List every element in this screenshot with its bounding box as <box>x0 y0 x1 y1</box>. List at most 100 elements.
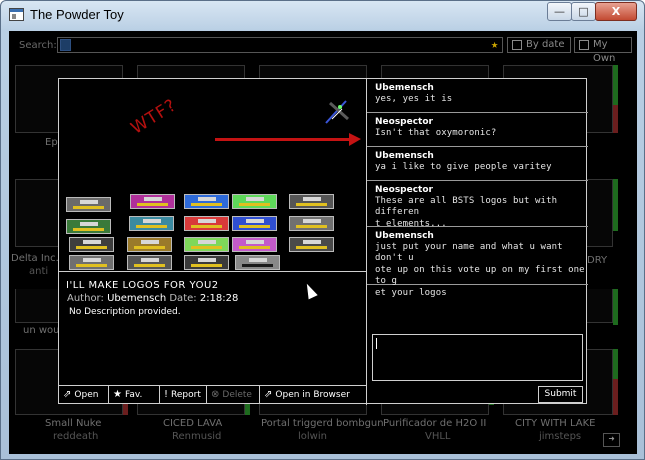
save-title[interactable]: un wou <box>23 325 60 336</box>
comment-text: et your logos <box>375 288 447 298</box>
search-label: Search: <box>19 40 57 51</box>
logo-sample <box>184 216 229 231</box>
save-title[interactable]: Purificador de H2O II <box>383 418 486 429</box>
logo-sample <box>232 237 277 252</box>
logo-sample <box>235 255 280 270</box>
comment-author[interactable]: Neospector <box>375 185 588 195</box>
save-info: I'LL MAKE LOGOS FOR YOU2 Author: Ubemens… <box>59 273 366 385</box>
save-preview-dialog: WTF? I'LL MAKE LOGOS FOR YOU2 Author: Ub… <box>58 78 588 405</box>
save-title[interactable]: DRY <box>587 255 607 266</box>
vote-up-bar <box>613 179 618 231</box>
vote-up-bar <box>613 349 618 379</box>
save-description: No Description provided. <box>69 307 181 317</box>
logo-sample <box>232 216 277 231</box>
logo-sample <box>289 237 334 252</box>
comment: Ubemensch yes, yes it is <box>367 79 588 113</box>
comment: Ubemensch just put your name and what u … <box>367 227 588 298</box>
report-label: Report <box>171 390 201 400</box>
external-link-icon: ⇗ <box>264 389 273 400</box>
logo-sample <box>289 216 334 231</box>
app-window: The Powder Toy — □ X Search: ★ By date M… <box>0 0 645 460</box>
comment: Neospector Isn't that oxymoronic? <box>367 113 588 147</box>
save-title[interactable]: Small Nuke <box>45 418 101 429</box>
comment-text: ya i like to give people varitey <box>375 162 552 172</box>
comment-author[interactable]: Ubemensch <box>375 151 588 161</box>
game-client: Search: ★ By date My Own Ep DRY Delta In… <box>9 31 637 454</box>
author-label: Author: <box>67 293 104 304</box>
comment-text: These are all BSTS logos but with differ… <box>375 196 558 217</box>
save-author[interactable]: jimsteps <box>539 431 581 442</box>
star-icon: ★ <box>113 389 122 400</box>
logo-sample <box>66 197 111 212</box>
delete-icon: ⊗ <box>211 389 220 400</box>
comments-list[interactable]: Ubemensch yes, yes it is Neospector Isn'… <box>366 79 588 319</box>
my-own-label: My Own <box>593 39 616 64</box>
logo-sample <box>184 237 229 252</box>
save-author[interactable]: reddeath <box>53 431 98 442</box>
action-bar: ⇗ Open ★ Fav. ! Report ⊗ Delete ⇗ Open in Bro… <box>59 385 366 404</box>
save-author[interactable]: lolwin <box>298 431 327 442</box>
vote-down-bar <box>613 379 618 415</box>
my-own-button[interactable]: My Own <box>574 37 632 64</box>
logo-sample <box>129 216 174 231</box>
author-row: Author: Ubemensch Date: 2:18:28 <box>67 293 238 304</box>
comment: Neospector These are all BSTS logos but … <box>367 181 588 229</box>
save-title: I'LL MAKE LOGOS FOR YOU2 <box>66 280 219 291</box>
comment-author[interactable]: Neospector <box>375 117 588 127</box>
save-title[interactable]: CICED LAVA <box>163 418 222 429</box>
user-icon <box>579 40 589 50</box>
comment-text: Isn't that oxymoronic? <box>375 128 497 138</box>
logo-sample <box>66 219 111 234</box>
save-author[interactable]: Renmusid <box>172 431 221 442</box>
red-arrow-line <box>215 138 352 141</box>
logo-sample <box>289 194 334 209</box>
logo-sample <box>184 255 229 270</box>
text-caret <box>376 338 377 349</box>
save-preview-image: WTF? <box>59 79 366 272</box>
title-bar[interactable]: The Powder Toy — □ X <box>1 1 644 30</box>
vote-up-bar <box>613 65 618 105</box>
arrow-right-icon: ➜ <box>608 434 615 445</box>
logo-sample <box>69 237 114 252</box>
comment-text: ote up on this vote up on my first one t… <box>375 265 585 286</box>
save-title[interactable]: Portal triggerd bombgun <box>261 418 384 429</box>
save-author[interactable]: anti <box>29 266 48 277</box>
report-button[interactable]: ! Report <box>160 386 207 404</box>
logo-sample <box>127 237 172 252</box>
favorite-label: Fav. <box>124 390 143 400</box>
favorite-filter-star-icon[interactable]: ★ <box>491 38 498 50</box>
logo-sample <box>184 194 229 209</box>
sort-icon <box>512 40 522 50</box>
open-label: Open <box>74 390 99 400</box>
close-button[interactable]: X <box>595 2 637 21</box>
search-input[interactable] <box>57 37 503 53</box>
comment-author[interactable]: Ubemensch <box>375 231 588 241</box>
open-in-browser-button[interactable]: ⇗ Open in Browser <box>260 386 366 404</box>
author-name[interactable]: Ubemensch <box>107 293 166 304</box>
save-title[interactable]: CITY WITH LAKE <box>515 418 596 429</box>
vote-up-bar <box>613 289 618 325</box>
delete-label: Delete <box>222 390 252 400</box>
search-icon <box>60 39 71 51</box>
maximize-button[interactable]: □ <box>571 2 596 21</box>
comment-author[interactable]: Ubemensch <box>375 83 588 93</box>
submit-button[interactable]: Submit <box>538 386 583 403</box>
delete-button[interactable]: ⊗ Delete <box>207 386 260 404</box>
save-title[interactable]: Delta Inc. <box>11 253 59 264</box>
next-page-button[interactable]: ➜ <box>603 433 620 447</box>
save-author[interactable]: VHLL <box>425 431 451 442</box>
minimize-button[interactable]: — <box>547 2 572 21</box>
comment-text: yes, yes it is <box>375 94 453 104</box>
open-in-browser-label: Open in Browser <box>275 390 350 400</box>
comment-text: just put your name and what u want don't… <box>375 242 563 263</box>
logo-sample <box>130 194 175 209</box>
save-title[interactable]: Ep <box>45 137 58 148</box>
date-label: Date: <box>169 293 197 304</box>
comment-input[interactable] <box>372 334 583 381</box>
open-button[interactable]: ⇗ Open <box>59 386 109 404</box>
sort-by-date-button[interactable]: By date <box>507 37 571 53</box>
exclamation-icon: ! <box>164 389 169 400</box>
logo-sample <box>232 194 277 209</box>
vote-down-bar <box>613 105 618 133</box>
favorite-button[interactable]: ★ Fav. <box>109 386 160 404</box>
